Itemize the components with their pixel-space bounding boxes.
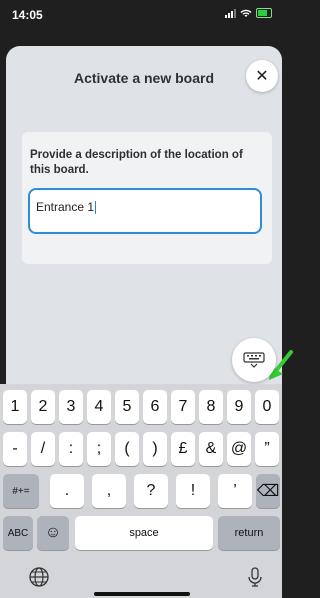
key-abc[interactable]: ABC xyxy=(3,516,33,550)
key-hyphen[interactable]: - xyxy=(3,432,27,466)
key-2[interactable]: 2 xyxy=(31,390,55,424)
key-exclamation[interactable]: ! xyxy=(176,474,210,508)
key-0[interactable]: 0 xyxy=(255,390,279,424)
key-question[interactable]: ? xyxy=(134,474,168,508)
key-6[interactable]: 6 xyxy=(143,390,167,424)
globe-icon[interactable] xyxy=(28,566,50,588)
wifi-icon xyxy=(240,9,252,17)
key-semicolon[interactable]: ; xyxy=(87,432,111,466)
key-colon[interactable]: : xyxy=(59,432,83,466)
key-apostrophe[interactable]: ’ xyxy=(218,474,252,508)
status-time: 14:05 xyxy=(12,8,43,22)
keyboard-hide-icon xyxy=(243,352,265,368)
key-at[interactable]: @ xyxy=(227,432,251,466)
key-comma[interactable]: , xyxy=(92,474,126,508)
key-more-symbols[interactable]: #+= xyxy=(3,474,39,508)
key-close-paren[interactable]: ) xyxy=(143,432,167,466)
key-slash[interactable]: / xyxy=(31,432,55,466)
key-8[interactable]: 8 xyxy=(199,390,223,424)
key-4[interactable]: 4 xyxy=(87,390,111,424)
emoji-icon: ☺ xyxy=(44,524,62,541)
signal-icon xyxy=(225,8,236,18)
key-ampersand[interactable]: & xyxy=(199,432,223,466)
key-quote[interactable]: ” xyxy=(255,432,279,466)
keyboard-row-bottom: ABC ☺ space return xyxy=(0,516,282,552)
emoji-key[interactable]: ☺ xyxy=(37,516,69,550)
keyboard-row-digits: 1 2 3 4 5 6 7 8 9 0 xyxy=(0,390,282,426)
keyboard-row-punctuation: #+= . , ? ! ’ ⌫ xyxy=(0,474,282,510)
description-prompt: Provide a description of the location of… xyxy=(30,149,243,176)
hide-keyboard-button[interactable] xyxy=(232,338,276,382)
close-button[interactable]: ✕ xyxy=(246,60,278,92)
backspace-key[interactable]: ⌫ xyxy=(256,474,280,508)
backspace-icon: ⌫ xyxy=(256,483,280,500)
keyboard-row-symbols: - / : ; ( ) £ & @ ” xyxy=(0,432,282,468)
sheet-title: Activate a new board xyxy=(73,70,215,86)
key-pound[interactable]: £ xyxy=(171,432,195,466)
key-period[interactable]: . xyxy=(50,474,84,508)
text-caret xyxy=(95,201,97,215)
description-card: Provide a description of the location of… xyxy=(22,132,272,264)
description-input[interactable]: Entrance 1 xyxy=(28,188,262,234)
space-key[interactable]: space xyxy=(75,516,213,550)
description-value: Entrance 1 xyxy=(36,200,95,214)
keyboard: 1 2 3 4 5 6 7 8 9 0 - / : ; ( ) £ & @ ” … xyxy=(0,384,282,598)
key-9[interactable]: 9 xyxy=(227,390,251,424)
status-icons xyxy=(225,8,272,18)
key-open-paren[interactable]: ( xyxy=(115,432,139,466)
battery-icon xyxy=(256,8,272,18)
key-7[interactable]: 7 xyxy=(171,390,195,424)
return-key[interactable]: return xyxy=(218,516,280,550)
key-3[interactable]: 3 xyxy=(59,390,83,424)
key-5[interactable]: 5 xyxy=(115,390,139,424)
close-icon: ✕ xyxy=(255,68,269,85)
microphone-icon[interactable] xyxy=(244,566,266,588)
status-bar: 14:05 xyxy=(0,0,282,28)
home-indicator xyxy=(94,592,190,596)
key-1[interactable]: 1 xyxy=(3,390,27,424)
